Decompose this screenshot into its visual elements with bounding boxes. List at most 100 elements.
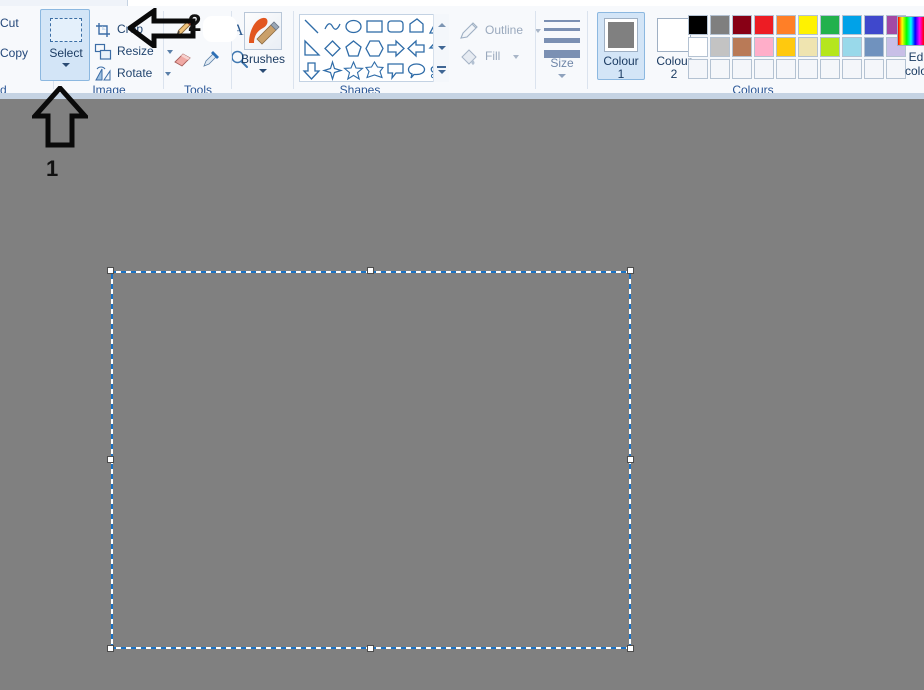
shape-diamond-icon[interactable] bbox=[322, 38, 343, 59]
brushes-button[interactable] bbox=[244, 12, 282, 50]
palette-swatch[interactable] bbox=[798, 15, 818, 35]
fill-bucket-icon bbox=[459, 47, 479, 67]
brushes-button-label: Brushes bbox=[240, 52, 286, 66]
chevron-down-icon[interactable] bbox=[513, 55, 519, 59]
rotate-icon bbox=[94, 65, 112, 83]
colour2-swatch[interactable] bbox=[657, 18, 691, 52]
palette-swatch[interactable] bbox=[820, 37, 840, 57]
selection-handle-middle-left[interactable] bbox=[107, 456, 114, 463]
shape-polygon-icon[interactable] bbox=[406, 16, 427, 37]
colour2-label-text: Colour bbox=[656, 54, 692, 68]
size-button-label: Size bbox=[550, 56, 574, 70]
palette-swatch[interactable] bbox=[754, 59, 774, 79]
selection-handle-bottom-left[interactable] bbox=[107, 645, 114, 652]
palette-swatch[interactable] bbox=[798, 37, 818, 57]
ribbon-group-shapes: Outline Fill Shapes bbox=[294, 6, 541, 99]
select-rectangle-icon bbox=[50, 18, 82, 42]
palette-swatch[interactable] bbox=[842, 37, 862, 57]
colour2-label-number: 2 bbox=[670, 67, 678, 81]
shape-left-arrow-icon[interactable] bbox=[406, 38, 427, 59]
palette-swatch[interactable] bbox=[864, 15, 884, 35]
shape-line-icon[interactable] bbox=[301, 16, 322, 37]
palette-swatch[interactable] bbox=[864, 59, 884, 79]
annotation-white-smudge bbox=[203, 16, 237, 42]
copy-button[interactable]: Copy bbox=[0, 46, 28, 60]
selection-handle-top-right[interactable] bbox=[627, 267, 634, 274]
shapes-gallery[interactable] bbox=[299, 14, 449, 82]
palette-swatch[interactable] bbox=[820, 15, 840, 35]
palette-swatch[interactable] bbox=[688, 37, 708, 57]
shape-down-arrow-icon[interactable] bbox=[301, 60, 322, 81]
selection-handle-bottom-right[interactable] bbox=[627, 645, 634, 652]
edit-colours-label: Ed colo bbox=[893, 50, 924, 78]
menu-bar-icon bbox=[437, 66, 446, 68]
edit-colours-button[interactable]: Ed colo bbox=[893, 12, 924, 84]
shape-pentagon-icon[interactable] bbox=[343, 38, 364, 59]
chevron-down-icon[interactable] bbox=[558, 74, 566, 78]
palette-swatch[interactable] bbox=[732, 15, 752, 35]
shape-oval-icon[interactable] bbox=[343, 16, 364, 37]
selection-handle-bottom-center[interactable] bbox=[367, 645, 374, 652]
selection-handle-middle-right[interactable] bbox=[627, 456, 634, 463]
shape-five-point-star-icon[interactable] bbox=[343, 60, 364, 81]
shape-curve-icon[interactable] bbox=[322, 16, 343, 37]
paint-window: Cut Copy d Select Crop Resize Rotate Ima… bbox=[0, 0, 924, 690]
size-option-3[interactable] bbox=[544, 38, 580, 43]
shape-hexagon-icon[interactable] bbox=[364, 38, 385, 59]
selection-marching-ants bbox=[111, 271, 631, 649]
palette-swatch[interactable] bbox=[842, 15, 862, 35]
palette-swatch[interactable] bbox=[754, 15, 774, 35]
selection-handle-top-center[interactable] bbox=[367, 267, 374, 274]
size-option-1[interactable] bbox=[544, 20, 580, 22]
scroll-down-button[interactable] bbox=[434, 37, 449, 59]
left-arrow-annotation bbox=[125, 6, 196, 51]
chevron-down-icon bbox=[438, 70, 446, 74]
cut-button[interactable]: Cut bbox=[0, 16, 19, 30]
colour1-swatch-fill bbox=[608, 22, 634, 48]
palette-swatch[interactable] bbox=[710, 15, 730, 35]
palette-swatch[interactable] bbox=[688, 15, 708, 35]
canvas-selection[interactable] bbox=[107, 267, 634, 652]
canvas-area[interactable] bbox=[0, 99, 924, 690]
palette-swatch[interactable] bbox=[776, 37, 796, 57]
palette-swatch[interactable] bbox=[864, 37, 884, 57]
shape-six-point-star-icon[interactable] bbox=[364, 60, 385, 81]
annotation-number-2: 2 bbox=[188, 10, 202, 37]
chevron-down-icon[interactable] bbox=[62, 63, 70, 67]
eraser-tool[interactable] bbox=[172, 48, 194, 70]
colour2-swatch-fill bbox=[661, 22, 687, 48]
palette-swatch[interactable] bbox=[688, 59, 708, 79]
colour1-swatch[interactable] bbox=[604, 18, 638, 52]
palette-swatch[interactable] bbox=[754, 37, 774, 57]
scroll-up-button[interactable] bbox=[434, 14, 449, 36]
palette-swatch[interactable] bbox=[710, 59, 730, 79]
shape-four-point-star-icon[interactable] bbox=[321, 59, 344, 82]
palette-swatch[interactable] bbox=[732, 37, 752, 57]
chevron-down-icon bbox=[438, 46, 446, 50]
palette-swatch[interactable] bbox=[842, 59, 862, 79]
shape-rectangle-icon[interactable] bbox=[364, 16, 385, 37]
select-button[interactable]: Select bbox=[40, 9, 90, 81]
palette-swatch[interactable] bbox=[798, 59, 818, 79]
outline-label: Outline bbox=[485, 23, 524, 37]
select-button-label: Select bbox=[49, 46, 83, 60]
palette-swatch[interactable] bbox=[732, 59, 752, 79]
annotation-number-1: 1 bbox=[46, 156, 59, 181]
shape-right-arrow-icon[interactable] bbox=[385, 38, 406, 59]
shapes-scrollbar[interactable] bbox=[433, 14, 449, 82]
selection-handle-top-left[interactable] bbox=[107, 267, 114, 274]
shape-rectangular-callout-icon[interactable] bbox=[385, 60, 406, 81]
shapes-more-button[interactable] bbox=[434, 60, 449, 82]
palette-swatch[interactable] bbox=[820, 59, 840, 79]
chevron-down-icon[interactable] bbox=[259, 69, 267, 73]
palette-swatch[interactable] bbox=[776, 59, 796, 79]
shape-right-triangle-icon[interactable] bbox=[301, 38, 322, 59]
ribbon-group-colours: Colour 1 Colour 2 Ed colo Colours bbox=[588, 6, 924, 99]
shape-oval-callout-icon[interactable] bbox=[406, 60, 427, 81]
palette-swatch[interactable] bbox=[710, 37, 730, 57]
size-option-2[interactable] bbox=[544, 28, 580, 31]
shape-rounded-rectangle-icon[interactable] bbox=[385, 16, 406, 37]
edit-colours-label-line: colo bbox=[904, 64, 924, 78]
colour-picker-tool[interactable] bbox=[200, 48, 222, 70]
palette-swatch[interactable] bbox=[776, 15, 796, 35]
